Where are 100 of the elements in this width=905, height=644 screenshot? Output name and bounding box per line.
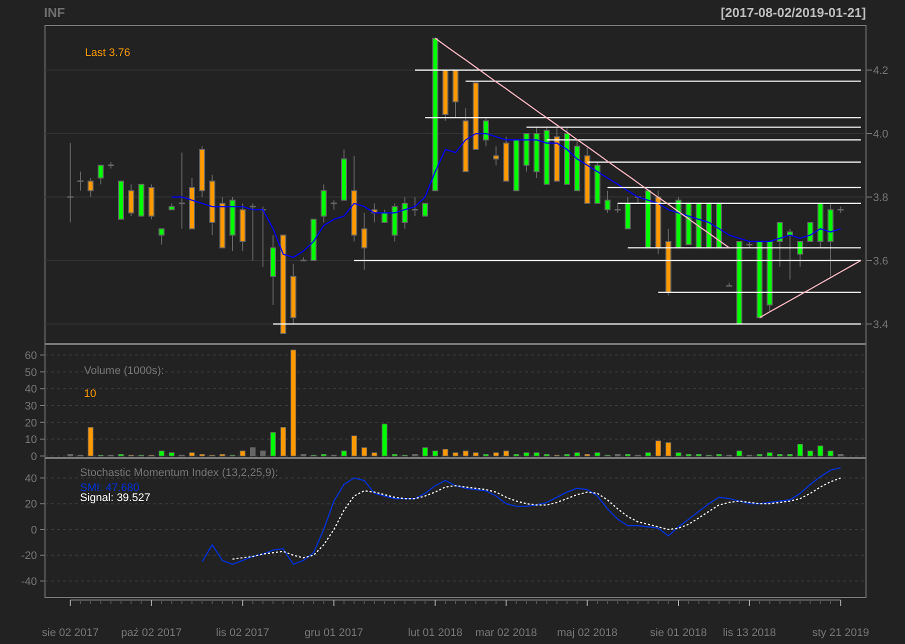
volume-bar xyxy=(392,454,398,456)
volume-bar xyxy=(544,454,550,456)
candle xyxy=(199,146,206,198)
candle xyxy=(452,70,458,118)
volume-bar xyxy=(300,454,306,456)
volume-bar xyxy=(88,427,94,456)
axis-tick-label: 4.2 xyxy=(873,65,888,78)
axis-tick-label: -40 xyxy=(21,576,37,588)
candle xyxy=(665,228,672,296)
volume-bar xyxy=(412,454,418,456)
candle xyxy=(797,240,804,268)
axis-tick-label: paź 02 2017 xyxy=(121,627,182,639)
axis-tick-label: 10 xyxy=(24,434,37,446)
volume-last-label: 10 xyxy=(84,388,96,400)
volume-bar xyxy=(168,452,174,456)
axis-tick-label: 4.0 xyxy=(873,128,888,141)
volume-bar xyxy=(666,442,672,456)
candle xyxy=(77,171,84,192)
volume-bar xyxy=(452,452,458,456)
indicator-title: Stochastic Momentum Index (13,2,25,9): xyxy=(80,467,278,479)
volume-bar xyxy=(686,454,692,456)
candle xyxy=(482,117,489,147)
volume-bar xyxy=(584,454,590,456)
candle xyxy=(503,136,510,182)
volume-bar xyxy=(432,450,438,456)
axis-tick-label: sie 02 2017 xyxy=(42,627,99,639)
axis-tick-label: 0 xyxy=(30,451,37,463)
candle xyxy=(118,180,124,220)
volume-bar xyxy=(372,452,378,456)
candle xyxy=(462,108,469,172)
candle xyxy=(766,240,773,312)
volume-bar xyxy=(341,450,347,456)
candle xyxy=(320,184,327,223)
volume-bar xyxy=(382,424,388,456)
volume-bar xyxy=(797,444,803,456)
volume-title: Volume (1000s): xyxy=(84,365,164,377)
axis-tick-label: 30 xyxy=(24,400,37,412)
volume-bar xyxy=(270,432,276,456)
candle xyxy=(746,240,752,248)
candle xyxy=(98,164,104,185)
volume-bar xyxy=(594,452,600,456)
axis-tick-label: 50 xyxy=(24,366,37,379)
candle xyxy=(584,146,590,204)
candle xyxy=(392,202,398,242)
smi-value-label: SMI: 47.680 xyxy=(80,482,140,494)
candle xyxy=(148,184,154,220)
volume-bar xyxy=(199,454,205,456)
axis-tick-label: maj 02 2018 xyxy=(557,627,618,639)
volume-bar xyxy=(361,447,368,456)
volume-bar xyxy=(472,452,479,456)
candle xyxy=(300,256,306,262)
volume-bar xyxy=(787,454,793,456)
volume-bar xyxy=(828,450,834,456)
axis-tick-label: sie 01 2018 xyxy=(650,627,707,639)
volume-bar xyxy=(442,448,448,456)
candle xyxy=(807,222,814,242)
candle xyxy=(472,82,479,150)
candle xyxy=(330,200,337,210)
volume-bar xyxy=(240,450,246,456)
candle xyxy=(655,190,662,255)
candle xyxy=(412,196,418,217)
signal-value-label: Signal: 39.527 xyxy=(80,492,150,504)
volume-bar xyxy=(614,454,620,456)
volume-bar xyxy=(655,440,662,456)
candle xyxy=(574,139,580,192)
candle xyxy=(341,148,347,201)
candle xyxy=(219,196,226,248)
candle xyxy=(645,190,652,248)
volume-bar xyxy=(838,454,844,456)
volume-bar xyxy=(574,452,580,456)
candle xyxy=(88,178,94,198)
candle xyxy=(624,196,631,230)
axis-tick-label: -20 xyxy=(21,550,37,562)
volume-bar xyxy=(189,452,195,456)
axis-tick-label: lis 02 2017 xyxy=(216,627,270,639)
candle xyxy=(168,202,175,210)
candle xyxy=(270,234,276,306)
candle xyxy=(513,139,520,192)
volume-bar xyxy=(260,450,266,456)
candle xyxy=(158,228,165,246)
volume-bar xyxy=(422,447,428,456)
axis-tick-label: 60 xyxy=(24,350,37,362)
volume-bar xyxy=(524,452,530,456)
candle xyxy=(442,70,448,122)
volume-bar xyxy=(625,454,631,456)
volume-bar xyxy=(320,454,327,456)
candle xyxy=(564,126,570,185)
axis-tick-label: sty 21 2019 xyxy=(812,627,870,639)
volume-bar xyxy=(766,452,772,456)
candle xyxy=(523,133,530,172)
volume-bar xyxy=(676,452,682,456)
volume-bar xyxy=(818,446,824,456)
volume-bar xyxy=(807,450,814,456)
candle xyxy=(776,222,783,268)
candle xyxy=(310,218,317,262)
candle xyxy=(250,202,256,262)
volume-bar xyxy=(493,452,499,456)
candle xyxy=(108,162,114,169)
candle xyxy=(371,202,378,223)
candle xyxy=(230,196,236,252)
